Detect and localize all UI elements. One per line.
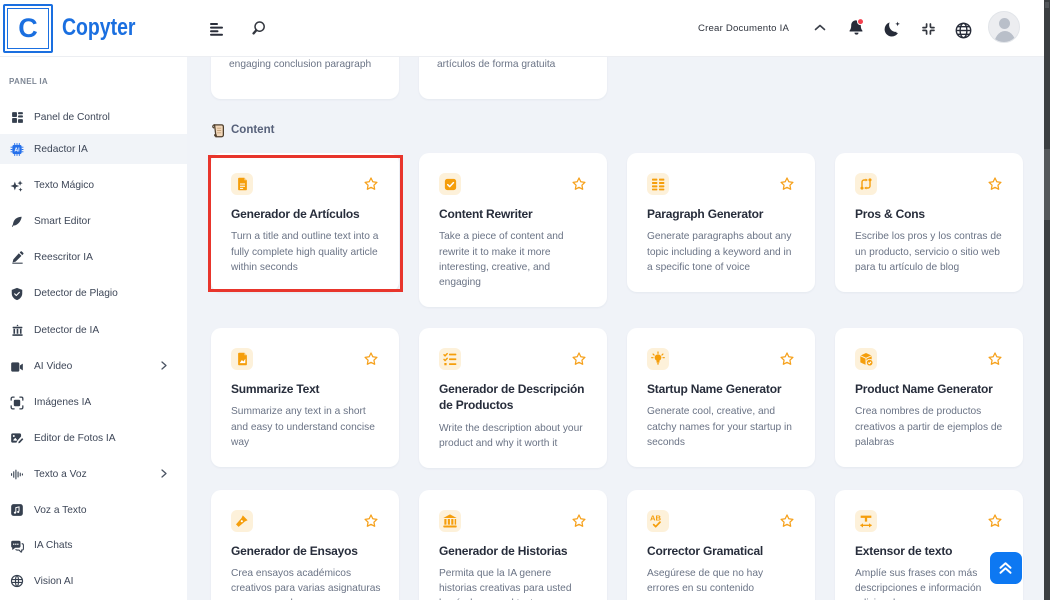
svg-text:AI: AI [14,147,20,153]
svg-text:AB: AB [650,513,662,522]
